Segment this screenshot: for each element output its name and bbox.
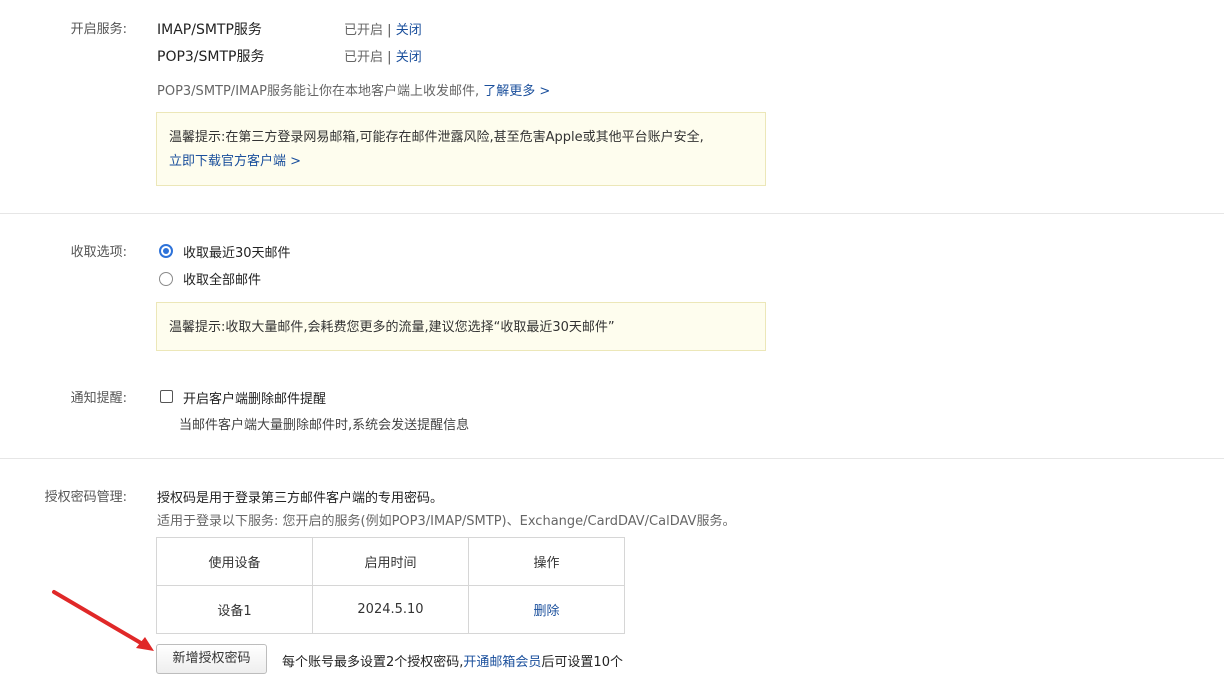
learn-more-link[interactable]: 了解更多 >	[483, 84, 550, 99]
imap-close-link[interactable]: 关闭	[396, 23, 422, 38]
column-header-action: 操作	[468, 537, 625, 586]
auth-limit-text: 每个账号最多设置2个授权密码,	[282, 655, 464, 670]
imap-service-name: IMAP/SMTP服务	[157, 22, 262, 38]
auth-devices-table: 使用设备 启用时间 操作 设备1 2024.5.10 删除	[156, 537, 625, 634]
services-label: 开启服务:	[70, 22, 127, 37]
receive-tip-box: 温馨提示:收取大量邮件,会耗费您更多的流量,建议您选择“收取最近30天邮件”	[156, 302, 766, 351]
device-cell: 设备1	[156, 585, 313, 634]
client-settings-page: 开启服务: IMAP/SMTP服务 已开启 | 关闭 POP3/SMTP服务 已…	[0, 0, 1224, 683]
imap-service-status-row: 已开启 | 关闭	[344, 19, 422, 38]
imap-separator: |	[387, 23, 392, 38]
add-auth-password-button[interactable]: 新增授权密码	[156, 644, 267, 674]
date-cell: 2024.5.10	[312, 585, 469, 634]
section-divider	[0, 458, 1224, 459]
pop3-separator: |	[387, 50, 392, 65]
table-header-row: 使用设备 启用时间 操作	[156, 537, 625, 586]
delete-link[interactable]: 删除	[533, 604, 559, 619]
column-header-device: 使用设备	[156, 537, 313, 586]
receive-all-label[interactable]: 收取全部邮件	[183, 269, 261, 288]
services-tip-box: 温馨提示:在第三方登录网易邮箱,可能存在邮件泄露风险,甚至危害Apple或其他平…	[156, 112, 766, 186]
auth-limit-row: 每个账号最多设置2个授权密码,开通邮箱会员后可设置10个	[282, 651, 623, 670]
pop3-status: 已开启	[344, 50, 384, 65]
section-divider	[0, 213, 1224, 214]
receive-tip-text: 温馨提示:收取大量邮件,会耗费您更多的流量,建议您选择“收取最近30天邮件”	[169, 320, 615, 335]
annotation-arrow-icon	[52, 590, 154, 651]
open-vip-link[interactable]: 开通邮箱会员	[463, 655, 541, 670]
imap-status: 已开启	[344, 23, 384, 38]
notify-label: 通知提醒:	[70, 391, 127, 406]
table-row: 设备1 2024.5.10 删除	[156, 585, 625, 634]
services-description-row: POP3/SMTP/IMAP服务能让你在本地客户端上收发邮件, 了解更多 >	[157, 80, 550, 99]
auth-limit-suffix: 后可设置10个	[541, 655, 623, 670]
column-header-date: 启用时间	[312, 537, 469, 586]
download-client-link[interactable]: 立即下载官方客户端 >	[169, 150, 753, 174]
receive-all-radio[interactable]	[159, 272, 173, 286]
pop3-service-name: POP3/SMTP服务	[157, 49, 265, 65]
services-tip-text: 温馨提示:在第三方登录网易邮箱,可能存在邮件泄露风险,甚至危害Apple或其他平…	[169, 130, 704, 145]
auth-label: 授权密码管理:	[44, 490, 127, 505]
delete-reminder-description: 当邮件客户端大量删除邮件时,系统会发送提醒信息	[179, 418, 470, 433]
auth-subheading: 适用于登录以下服务: 您开启的服务(例如POP3/IMAP/SMTP)、Exch…	[157, 514, 736, 529]
pop3-service-status-row: 已开启 | 关闭	[344, 46, 422, 65]
services-description: POP3/SMTP/IMAP服务能让你在本地客户端上收发邮件,	[157, 84, 480, 99]
delete-reminder-label[interactable]: 开启客户端删除邮件提醒	[183, 388, 326, 407]
action-cell: 删除	[468, 585, 625, 634]
pop3-close-link[interactable]: 关闭	[396, 50, 422, 65]
receive-30-days-label[interactable]: 收取最近30天邮件	[183, 242, 291, 261]
receive-30-days-radio[interactable]	[159, 244, 173, 258]
delete-reminder-checkbox[interactable]	[160, 390, 173, 403]
auth-heading: 授权码是用于登录第三方邮件客户端的专用密码。	[157, 491, 444, 506]
receive-label: 收取选项:	[70, 245, 127, 260]
